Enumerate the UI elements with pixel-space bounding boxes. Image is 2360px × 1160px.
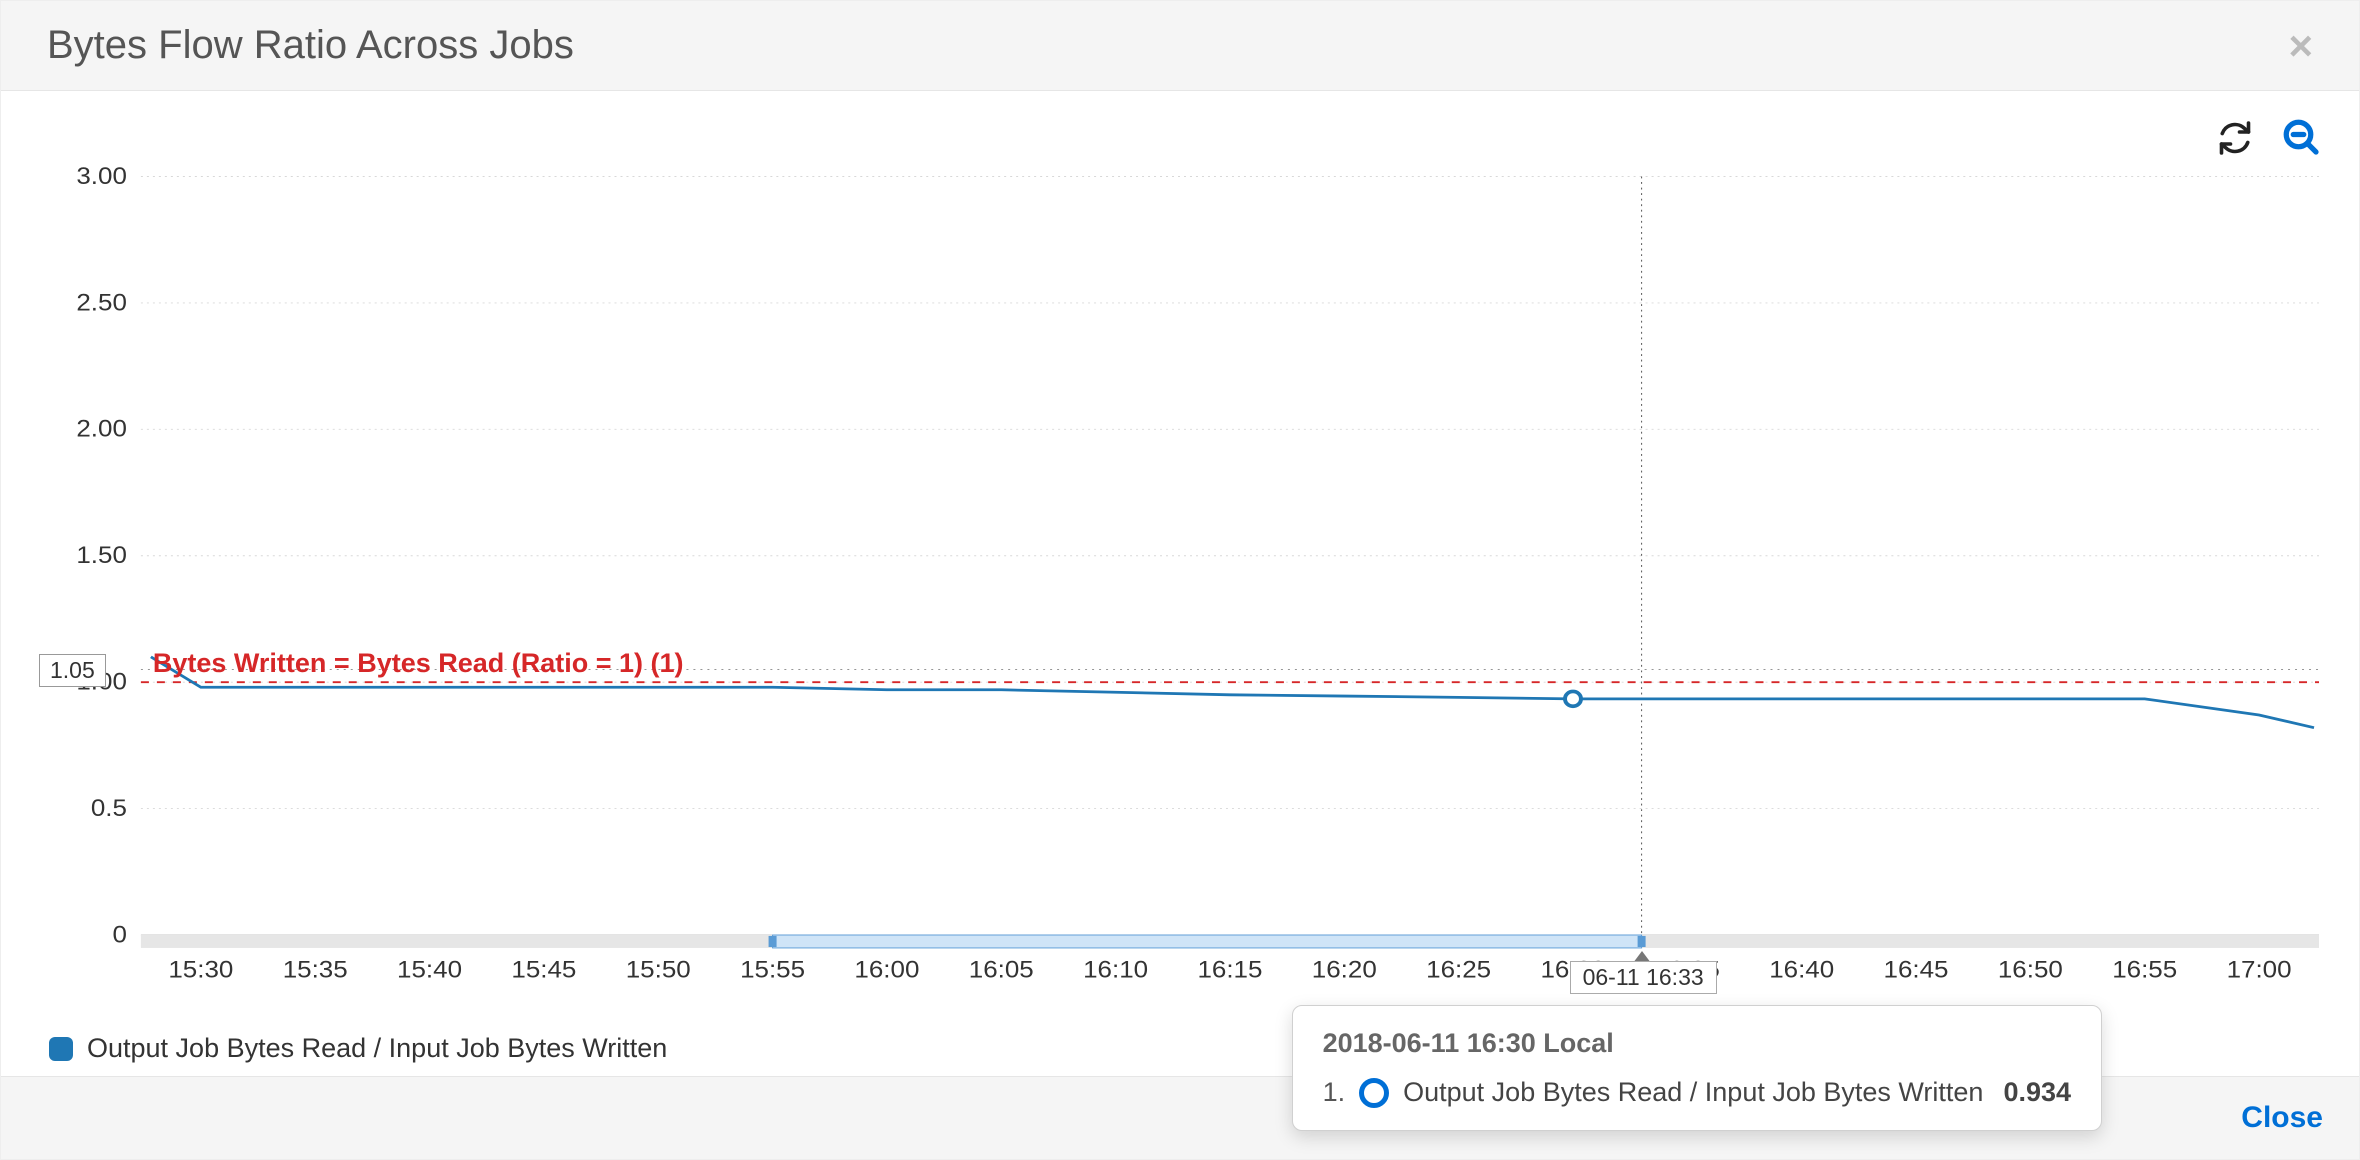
svg-text:16:00: 16:00 — [854, 956, 919, 983]
svg-text:0: 0 — [112, 921, 126, 948]
hover-tooltip: 2018-06-11 16:30 Local 1. Output Job Byt… — [1292, 1005, 2102, 1131]
svg-text:16:50: 16:50 — [1998, 956, 2063, 983]
legend-swatch-icon — [49, 1037, 73, 1061]
circle-marker-icon — [1359, 1078, 1389, 1108]
close-icon[interactable]: × — [2288, 25, 2313, 67]
y-hover-value-label: 1.05 — [39, 654, 106, 687]
tooltip-series-name: Output Job Bytes Read / Input Job Bytes … — [1403, 1077, 1983, 1108]
svg-text:15:45: 15:45 — [511, 956, 576, 983]
modal-title: Bytes Flow Ratio Across Jobs — [47, 23, 574, 68]
svg-text:16:25: 16:25 — [1426, 956, 1491, 983]
legend-series-label: Output Job Bytes Read / Input Job Bytes … — [87, 1033, 667, 1064]
tooltip-row: 1. Output Job Bytes Read / Input Job Byt… — [1323, 1077, 2071, 1108]
close-button[interactable]: Close — [2241, 1101, 2323, 1134]
x-hover-time-label: 06-11 16:33 — [1570, 961, 1717, 994]
svg-text:3.00: 3.00 — [76, 163, 127, 190]
chart-area[interactable]: 00.51.001.502.002.503.0015:3015:3515:401… — [31, 121, 2329, 1046]
svg-text:15:50: 15:50 — [626, 956, 691, 983]
modal-dialog: Bytes Flow Ratio Across Jobs × 00.51 — [0, 0, 2360, 1160]
svg-text:17:00: 17:00 — [2227, 956, 2292, 983]
svg-text:16:55: 16:55 — [2112, 956, 2177, 983]
svg-text:2.00: 2.00 — [76, 416, 127, 443]
svg-text:15:55: 15:55 — [740, 956, 805, 983]
tooltip-index: 1. — [1323, 1077, 1346, 1108]
svg-text:15:40: 15:40 — [397, 956, 462, 983]
svg-text:16:15: 16:15 — [1197, 956, 1262, 983]
svg-text:15:30: 15:30 — [168, 956, 233, 983]
modal-body: 00.51.001.502.002.503.0015:3015:3515:401… — [1, 91, 2359, 1076]
svg-text:1.50: 1.50 — [76, 542, 127, 569]
modal-header: Bytes Flow Ratio Across Jobs × — [1, 1, 2359, 91]
threshold-line-label: Bytes Written = Bytes Read (Ratio = 1) (… — [153, 648, 684, 679]
svg-text:16:45: 16:45 — [1884, 956, 1949, 983]
svg-text:15:35: 15:35 — [283, 956, 348, 983]
svg-text:16:40: 16:40 — [1769, 956, 1834, 983]
tooltip-value: 0.934 — [2003, 1077, 2071, 1108]
svg-text:16:10: 16:10 — [1083, 956, 1148, 983]
svg-text:16:05: 16:05 — [969, 956, 1034, 983]
svg-text:2.50: 2.50 — [76, 289, 127, 316]
chart-legend: Output Job Bytes Read / Input Job Bytes … — [49, 1033, 667, 1064]
svg-text:0.5: 0.5 — [91, 795, 127, 822]
tooltip-title: 2018-06-11 16:30 Local — [1323, 1028, 2071, 1059]
svg-text:16:20: 16:20 — [1312, 956, 1377, 983]
